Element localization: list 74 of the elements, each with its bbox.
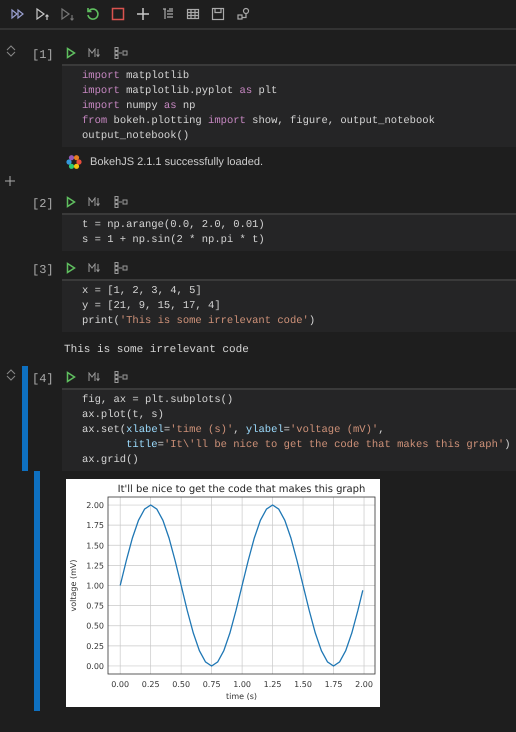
run-icon[interactable] <box>66 196 76 208</box>
code-editor[interactable]: import matplotlib import matplotlib.pyplot as plt import numpy as np from bokeh.plotting import show, figure, output_notebook output_notebook() <box>62 64 516 147</box>
y-tick-label: 1.50 <box>86 541 104 550</box>
x-tick-label: 0.25 <box>142 680 160 689</box>
output-text: This is some irrelevant code <box>64 344 249 356</box>
markdown-icon[interactable] <box>88 197 102 207</box>
bokeh-logo-icon <box>66 154 82 170</box>
code-line: title='It\'ll be nice to get the code that makes this graph') <box>125 438 512 453</box>
y-tick-label: 0.50 <box>86 622 104 631</box>
code-line: ax.grid() <box>82 453 140 468</box>
run-icon[interactable] <box>66 47 76 59</box>
save-icon[interactable] <box>210 6 226 22</box>
run-icon[interactable] <box>66 371 76 383</box>
markdown-icon[interactable] <box>88 372 102 382</box>
code-line: ax.plot(t, s) <box>82 408 165 423</box>
add-cell-icon[interactable] <box>4 175 16 187</box>
x-tick-label: 1.50 <box>294 680 312 689</box>
y-tick-label: 0.00 <box>86 662 104 671</box>
chevron-down-icon[interactable] <box>6 375 16 382</box>
y-tick-label: 1.00 <box>86 582 104 590</box>
code-line: s = 1 + np.sin(2 * np.pi * t) <box>82 233 266 248</box>
split-cell-icon[interactable] <box>114 47 128 59</box>
output-text: BokehJS 2.1.1 successfully loaded. <box>90 154 264 170</box>
x-tick-label: 2.00 <box>355 680 373 689</box>
restart-icon[interactable] <box>85 6 101 22</box>
code-line: y = [21, 9, 15, 17, 4] <box>82 299 222 314</box>
code-editor[interactable]: x = [1, 2, 3, 4, 5] y = [21, 9, 15, 17, 4] print('This is some irrelevant code') <box>62 279 516 332</box>
y-tick-label: 2.00 <box>86 501 104 510</box>
x-tick-label: 1.75 <box>324 680 342 689</box>
chevron-up-icon[interactable] <box>6 44 16 51</box>
split-cell-icon[interactable] <box>114 262 128 274</box>
markdown-icon[interactable] <box>88 48 102 58</box>
x-tick-label: 0.00 <box>111 680 130 689</box>
split-cell-icon[interactable] <box>114 196 128 208</box>
double-play-icon[interactable] <box>10 6 26 22</box>
code-line: t = np.arange(0.0, 2.0, 0.01) <box>82 218 266 233</box>
execution-count: [2] <box>32 197 54 211</box>
chevron-up-icon[interactable] <box>6 368 16 375</box>
code-line: fig, ax = plt.subplots() <box>82 393 234 408</box>
chevron-down-icon[interactable] <box>6 51 16 58</box>
y-axis-label: voltage (mV) <box>69 560 78 612</box>
code-line: ax.set(xlabel='time (s)', ylabel='voltage (mV)', <box>82 423 386 438</box>
stop-icon[interactable] <box>110 6 126 22</box>
list-icon[interactable] <box>160 6 176 22</box>
code-line: import numpy as np <box>82 99 196 114</box>
code-line: print('This is some irrelevant code') <box>82 314 316 329</box>
grid-icon[interactable] <box>185 6 201 22</box>
y-tick-label: 1.75 <box>86 521 104 530</box>
x-tick-label: 0.50 <box>172 680 190 689</box>
y-tick-label: 0.25 <box>86 642 104 651</box>
execution-count: [1] <box>32 48 54 62</box>
bug-icon[interactable] <box>235 6 251 22</box>
x-tick-label: 1.00 <box>233 680 252 689</box>
execution-count: [4] <box>32 372 54 386</box>
play-down-icon[interactable] <box>60 6 76 22</box>
x-tick-label: 0.75 <box>202 680 221 689</box>
code-line: output_notebook() <box>82 129 190 144</box>
plus-icon[interactable] <box>135 6 151 22</box>
code-line: x = [1, 2, 3, 4, 5] <box>82 284 203 299</box>
code-line: import matplotlib.pyplot as plt <box>82 84 278 99</box>
code-editor[interactable]: fig, ax = plt.subplots() ax.plot(t, s) ax.set(xlabel='time (s)', ylabel='voltage (mV)', title='It\'ll be nice to get the code that makes this graph') ax.grid() <box>62 388 516 471</box>
code-line: import matplotlib <box>82 69 190 84</box>
chart-title: It'll be nice to get the code that makes this graph <box>118 484 366 495</box>
x-tick-label: 1.25 <box>264 680 282 689</box>
y-tick-label: 0.75 <box>86 602 104 611</box>
execution-count: [3] <box>32 263 54 277</box>
code-editor[interactable]: t = np.arange(0.0, 2.0, 0.01) s = 1 + np.sin(2 * np.pi * t) <box>62 213 516 251</box>
play-up-icon[interactable] <box>35 6 51 22</box>
markdown-icon[interactable] <box>88 263 102 273</box>
split-cell-icon[interactable] <box>114 371 128 383</box>
x-axis-label: time (s) <box>226 692 258 701</box>
code-line: from bokeh.plotting import show, figure, output_notebook <box>82 114 436 129</box>
y-tick-label: 1.25 <box>86 561 104 570</box>
run-icon[interactable] <box>66 262 76 274</box>
